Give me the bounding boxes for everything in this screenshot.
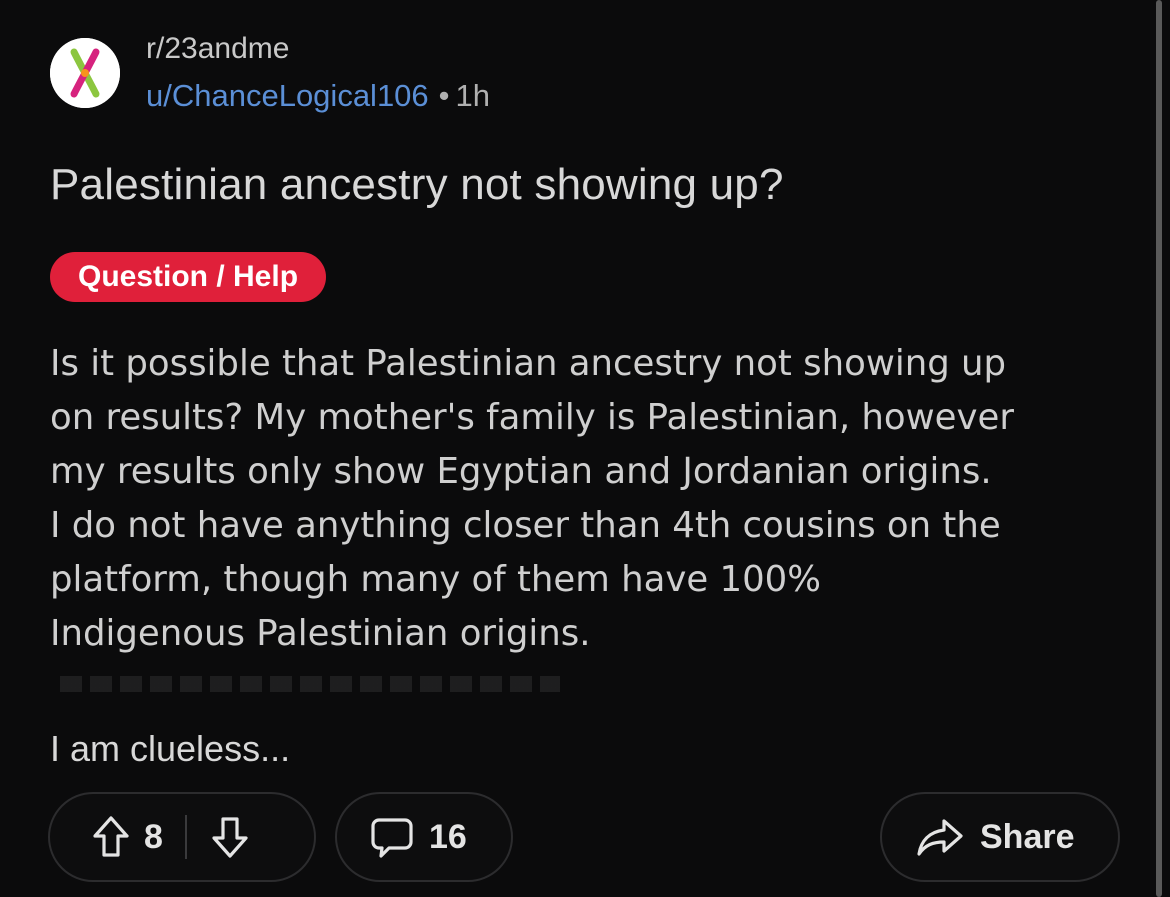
subreddit-avatar-icon[interactable]: [50, 38, 120, 108]
share-arrow-icon: [916, 817, 964, 857]
vote-divider: [184, 815, 187, 859]
share-label: Share: [980, 817, 1075, 856]
body-line: my results only show Egyptian and Jordan…: [50, 451, 992, 492]
scrollbar[interactable]: [1156, 0, 1162, 897]
comment-bubble-icon: [369, 814, 415, 860]
body-line: Indigenous Palestinian origins.: [50, 613, 591, 654]
meta-separator: •: [438, 78, 450, 113]
vote-count: 8: [144, 817, 163, 856]
post-meta: u/ChanceLogical106 • 1h: [146, 78, 490, 114]
subreddit-name[interactable]: r/23andme: [146, 32, 289, 66]
vote-bar: 8: [48, 792, 316, 882]
post-time: 1h: [455, 78, 491, 113]
share-button[interactable]: Share: [880, 792, 1120, 882]
arrow-down-icon[interactable]: [209, 814, 251, 860]
faded-text-remnant: [60, 676, 560, 692]
body-line: I do not have anything closer than 4th c…: [50, 505, 1001, 546]
body-line: platform, though many of them have 100%: [50, 559, 821, 600]
flair-badge[interactable]: Question / Help: [50, 252, 327, 302]
comments-button[interactable]: 16: [335, 792, 513, 882]
body-line: Is it possible that Palestinian ancestry…: [50, 343, 1007, 384]
post-body: Is it possible that Palestinian ancestry…: [50, 337, 1140, 661]
arrow-up-icon[interactable]: [90, 814, 132, 860]
post-closing-line: I am clueless...: [50, 728, 291, 769]
post-page: r/23andme u/ChanceLogical106 • 1h Palestin…: [0, 0, 1170, 897]
comment-count: 16: [429, 817, 467, 856]
body-line: on results? My mother's family is Palest…: [50, 397, 1014, 438]
author-username[interactable]: u/ChanceLogical106: [146, 78, 429, 113]
post-title[interactable]: Palestinian ancestry not showing up?: [50, 160, 784, 210]
